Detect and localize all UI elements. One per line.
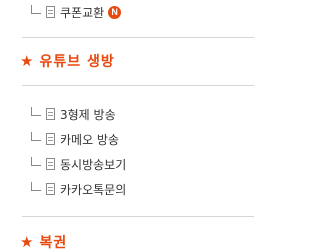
star-icon: ★ bbox=[20, 232, 34, 249]
tree-branch-icon bbox=[31, 156, 41, 166]
divider bbox=[22, 85, 254, 86]
menu-item-label: 카카오톡문의 bbox=[60, 182, 127, 197]
section-title: 복권 bbox=[39, 235, 68, 249]
section-header-youtube-live[interactable]: ★ 유튜브 생방 bbox=[20, 51, 115, 71]
new-badge: N bbox=[108, 5, 122, 19]
document-icon bbox=[46, 183, 55, 195]
menu-item-cameo-broadcast[interactable]: 카메오 방송 bbox=[0, 128, 119, 150]
menu-item-label: 카메오 방송 bbox=[60, 132, 120, 147]
menu-item-label: 동시방송보기 bbox=[60, 157, 127, 172]
tree-branch-icon bbox=[31, 106, 41, 116]
section-header-lottery[interactable]: ★ 복권 bbox=[20, 232, 67, 249]
tree-branch-icon bbox=[31, 4, 41, 14]
sidebar-menu: 쿠폰교환 N ★ 유튜브 생방 3형제 방송 카메오 방송 동시방송보기 카카오… bbox=[0, 0, 277, 249]
menu-item-coupon-exchange[interactable]: 쿠폰교환 N bbox=[0, 1, 122, 23]
tree-branch-icon bbox=[31, 181, 41, 191]
divider bbox=[22, 37, 254, 38]
divider bbox=[22, 216, 254, 217]
document-icon bbox=[46, 158, 55, 170]
section-title: 유튜브 생방 bbox=[39, 54, 115, 70]
document-icon bbox=[46, 108, 55, 120]
star-icon: ★ bbox=[20, 51, 34, 70]
menu-item-label: 3형제 방송 bbox=[60, 107, 116, 122]
menu-item-3brothers-broadcast[interactable]: 3형제 방송 bbox=[0, 103, 116, 125]
menu-item-label: 쿠폰교환 bbox=[60, 5, 105, 20]
menu-item-simulcast-view[interactable]: 동시방송보기 bbox=[0, 153, 126, 175]
menu-item-kakaotalk-inquiry[interactable]: 카카오톡문의 bbox=[0, 178, 126, 200]
document-icon bbox=[46, 6, 55, 18]
document-icon bbox=[46, 133, 55, 145]
tree-branch-icon bbox=[31, 131, 41, 141]
